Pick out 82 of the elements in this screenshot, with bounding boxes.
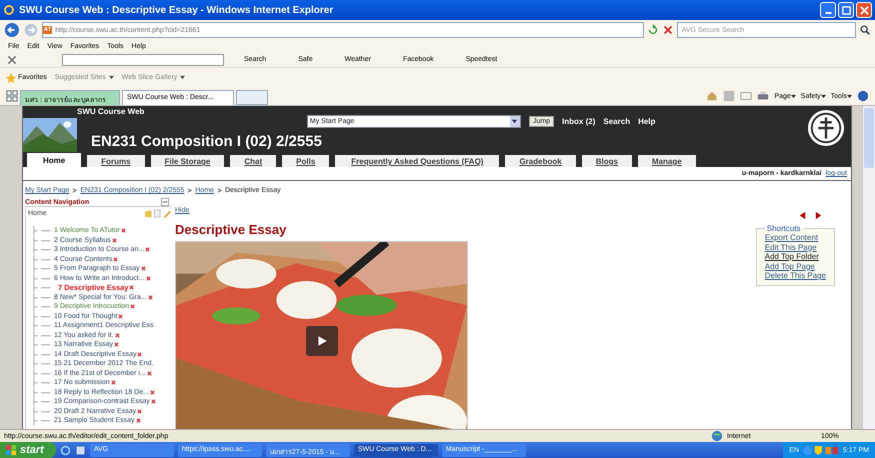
delete-icon[interactable] (148, 294, 153, 300)
help-icon[interactable] (857, 90, 869, 102)
nav-tab[interactable]: Manage (638, 155, 696, 167)
nav-tab[interactable]: Blogs (582, 155, 632, 167)
caret-icon[interactable] (790, 94, 796, 98)
page-heading: Descriptive Essay (175, 222, 288, 237)
shortcut-link[interactable]: Delete This Page (764, 271, 826, 280)
delete-icon[interactable] (146, 370, 152, 376)
close-icon (860, 6, 868, 14)
refresh-icon[interactable] (646, 24, 659, 36)
course-title: EN231 Composition I (02) 2/2555 (91, 133, 322, 150)
header-link[interactable]: Search (603, 117, 630, 126)
close-button[interactable] (856, 2, 872, 18)
tray-icons-drawing[interactable] (802, 444, 839, 456)
quick-tabs-icon[interactable] (6, 90, 18, 102)
start-button[interactable]: start (0, 442, 56, 458)
delete-icon[interactable] (114, 332, 120, 338)
delete-icon[interactable] (130, 304, 136, 310)
delete-icon[interactable] (129, 285, 134, 290)
header-link[interactable]: Help (638, 117, 656, 126)
breadcrumb-separator-icon (72, 188, 78, 193)
delete-icon[interactable] (146, 276, 151, 281)
caret-icon[interactable] (108, 75, 114, 80)
play-icon (316, 335, 328, 347)
header-link[interactable]: Inbox (2) (562, 117, 596, 126)
shortcut-link[interactable]: Add Top Folder (764, 252, 826, 262)
shortcuts-title: Shortcuts (766, 224, 802, 233)
search-icon[interactable] (859, 24, 871, 36)
windows-logo-icon (6, 444, 17, 456)
globe-icon (711, 430, 723, 442)
toolbar-search-field[interactable] (62, 54, 224, 66)
shortcut-link[interactable]: Edit This Page (764, 242, 826, 252)
breadcrumb-separator-icon (187, 188, 192, 193)
window-title: SWU Course Web : Descriptive Essay - Windows Internet Explorer (19, 4, 334, 16)
delete-icon[interactable] (136, 418, 141, 424)
delete-icon[interactable] (145, 247, 150, 252)
minimize-button[interactable] (820, 2, 836, 18)
breadcrumb-separator-icon (216, 188, 222, 193)
shortcut-link[interactable]: Add Top Page (764, 262, 826, 271)
maximize-button[interactable] (838, 2, 854, 18)
seal-icon (807, 109, 845, 147)
caret-icon[interactable] (820, 94, 826, 98)
stop-icon[interactable] (662, 24, 674, 36)
delete-icon[interactable] (137, 408, 142, 414)
delete-icon[interactable] (114, 342, 120, 348)
delete-icon[interactable] (120, 228, 126, 234)
dropdown-arrow-icon (511, 118, 518, 125)
caret-icon[interactable] (847, 94, 852, 98)
folder-page-pencil-icons-drawing (145, 209, 171, 218)
browser-logo-icon (3, 4, 15, 16)
mail-icon[interactable] (740, 90, 752, 102)
play-button[interactable] (306, 326, 338, 356)
caret-icon[interactable] (180, 75, 186, 80)
maximize-icon (842, 6, 850, 14)
delete-icon[interactable] (150, 399, 156, 404)
delete-icon[interactable] (113, 256, 118, 262)
shortcut-link[interactable]: Export Content (764, 233, 826, 242)
delete-icon[interactable] (110, 380, 116, 386)
delete-icon[interactable] (140, 266, 146, 272)
previous-arrow-icon[interactable] (798, 211, 807, 220)
nav-tab[interactable]: Frequently Asked Questions (FAQ) (335, 155, 500, 167)
delete-icon[interactable] (112, 238, 117, 243)
nav-tab[interactable]: Forums (87, 155, 145, 167)
scrollbar[interactable] (862, 106, 875, 429)
collapse-icon[interactable] (161, 198, 169, 206)
nav-tab[interactable]: Chat (230, 155, 276, 167)
printer-icon[interactable] (757, 90, 770, 102)
window-icon[interactable] (74, 444, 86, 456)
delete-icon[interactable] (118, 314, 124, 319)
nav-tab[interactable]: Home (27, 153, 82, 167)
nav-tab[interactable]: Polls (282, 155, 330, 167)
next-arrow-icon[interactable] (814, 211, 823, 220)
browser-icon[interactable] (60, 444, 71, 456)
delete-icon[interactable] (150, 390, 155, 395)
nav-tab[interactable]: File Storage (150, 155, 224, 167)
site-name: SWU Course Web (77, 107, 144, 117)
nav-tab[interactable]: Gradebook (505, 155, 576, 167)
delete-icon[interactable] (137, 352, 142, 357)
star-icon (6, 72, 16, 82)
close-icon[interactable] (6, 54, 18, 66)
minimize-icon (824, 12, 832, 14)
back-button[interactable] (4, 22, 20, 38)
